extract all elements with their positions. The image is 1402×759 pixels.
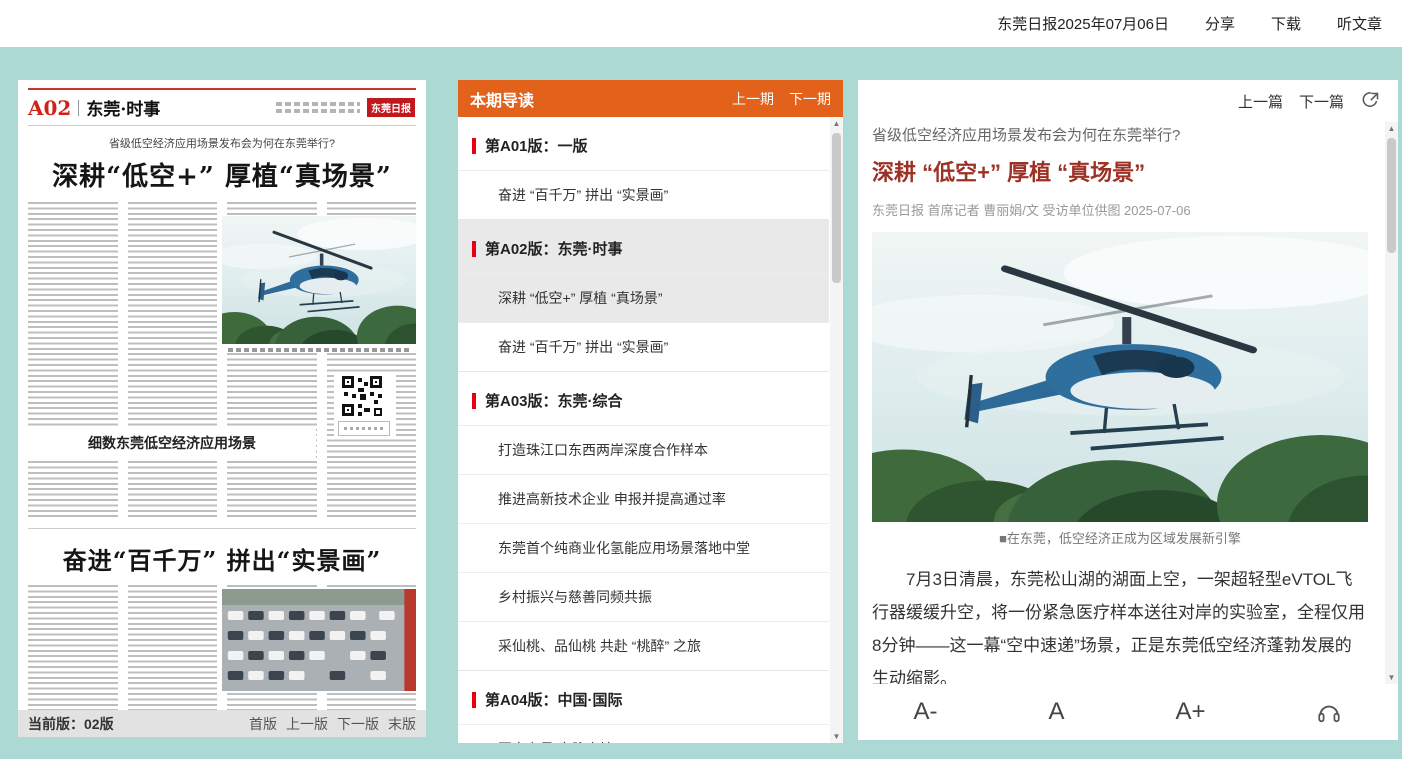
article-content: 省级低空经济应用场景发布会为何在东莞举行? 深耕 “低空+” 厚植 “真场景” … (858, 122, 1398, 684)
masthead-rule (28, 88, 416, 90)
download-link[interactable]: 下载 (1271, 13, 1301, 34)
next-page-link[interactable]: 下一版 (337, 714, 379, 734)
newspaper-page: A02 东莞·时事 东莞日报 省级低空经济应用场景发布会为何在东莞举行? 深耕“… (18, 80, 426, 710)
preview-helicopter-photo (222, 216, 416, 352)
toc-article-link[interactable]: 采仙桃、品仙桃 共赴 “桃醉” 之旅 (458, 621, 829, 670)
qr-code-block (334, 372, 396, 438)
toc-article-link-active[interactable]: 深耕 “低空+” 厚植 “真场景” (458, 273, 829, 322)
section-marker (472, 138, 476, 154)
toc-article-link[interactable]: 奋进 “百千万” 拼出 “实景画” (458, 170, 829, 219)
masthead-divider (78, 100, 79, 116)
toc-section-label: 第A01版：一版 (458, 117, 829, 170)
toc-section-label-active: 第A02版：东莞·时事 (458, 219, 829, 273)
toc-article-link[interactable]: 推进高新技术企业 申报并提高通过率 (458, 474, 829, 523)
toc-body: 第A01版：一版 奋进 “百千万” 拼出 “实景画” 第A02版：东莞·时事 深… (458, 117, 843, 743)
scrollbar-thumb[interactable] (832, 133, 841, 283)
toc-section-label: 第A03版：东莞·综合 (458, 371, 829, 425)
app-root: 东莞日报2025年07月06日 分享 下载 听文章 A02 东莞·时事 东莞日报… (0, 0, 1402, 759)
toc-list: 第A01版：一版 奋进 “百千万” 拼出 “实景画” 第A02版：东莞·时事 深… (458, 117, 829, 743)
article-panel: 上一篇 下一篇 省级低空经济应用场景发布会为何在东莞举行? 深耕 “低空+” 厚… (858, 80, 1398, 740)
page-code: A02 (28, 96, 71, 120)
page-preview-panel: A02 东莞·时事 东莞日报 省级低空经济应用场景发布会为何在东莞举行? 深耕“… (18, 80, 426, 710)
section-label-text: 第A04版：中国·国际 (485, 689, 623, 710)
toc-title: 本期导读 (470, 87, 534, 111)
preview-article2-headline[interactable]: 奋进“百千万” 拼出“实景画” (28, 541, 416, 576)
toc-article-link[interactable]: 奋进 “百千万” 拼出 “实景画” (458, 322, 829, 371)
paper-date-label: 东莞日报2025年07月06日 (997, 13, 1169, 34)
section-marker (472, 393, 476, 409)
paper-logo: 东莞日报 (366, 97, 416, 118)
preview-article1-body: 细数东莞低空经济应用场景 (28, 202, 416, 520)
preview-article1-headline[interactable]: 深耕“低空+” 厚植“真场景” (28, 156, 416, 193)
toc-panel: 本期导读 上一期 下一期 第A01版：一版 奋进 “百千万” 拼出 “实景画” (458, 80, 843, 743)
article-title: 深耕 “低空+” 厚植 “真场景” (872, 155, 1368, 187)
toc-section-a04: 第A04版：中国·国际 国家力量 血脉亲情 中国人民抗日战争 纪念馆将恢复开放 (458, 670, 829, 743)
article-photo (872, 232, 1368, 522)
article-toolbar: A- A A+ (858, 684, 1398, 739)
toc-article-link[interactable]: 乡村振兴与慈善同频共振 (458, 572, 829, 621)
article-paragraph: 7月3日清晨，东莞松山湖的湖面上空，一架超轻型eVTOL飞行器缓缓升空，将一份紧… (872, 563, 1368, 684)
photo-caption: ■在东莞，低空经济正成为区域发展新引擎 (872, 528, 1368, 547)
toc-header: 本期导读 上一期 下一期 (458, 80, 843, 117)
scroll-down-icon[interactable]: ▼ (1385, 671, 1398, 684)
toc-section-a01: 第A01版：一版 奋进 “百千万” 拼出 “实景画” (458, 117, 829, 219)
preview-article1-kicker[interactable]: 省级低空经济应用场景发布会为何在东莞举行? (28, 135, 416, 151)
current-page-label: 当前版：02版 (28, 714, 114, 734)
share-link[interactable]: 分享 (1205, 13, 1235, 34)
toc-article-link[interactable]: 东莞首个纯商业化氢能应用场景落地中堂 (458, 523, 829, 572)
article-kicker: 省级低空经济应用场景发布会为何在东莞举行? (872, 124, 1368, 145)
toc-section-label: 第A04版：中国·国际 (458, 670, 829, 724)
preview-subheadline[interactable]: 细数东莞低空经济应用场景 (28, 426, 316, 458)
qr-code-icon (340, 374, 384, 418)
toc-article-link[interactable]: 国家力量 血脉亲情 (458, 724, 829, 743)
preview-article2-body (28, 585, 416, 710)
masthead-underline (28, 125, 416, 126)
helicopter-image (222, 216, 416, 344)
preview-parking-photo (222, 589, 416, 691)
prev-article-link[interactable]: 上一篇 (1238, 91, 1283, 112)
font-smaller-button[interactable]: A- (913, 698, 937, 726)
next-article-link[interactable]: 下一篇 (1299, 91, 1344, 112)
first-page-link[interactable]: 首版 (249, 714, 277, 734)
section-label-text: 第A03版：东莞·综合 (485, 390, 623, 411)
page-nav-links: 首版 上一版 下一版 末版 (249, 714, 416, 734)
prev-issue-link[interactable]: 上一期 (732, 89, 774, 109)
parking-lot-image (222, 589, 416, 691)
toc-scrollbar[interactable]: ▲ ▼ (830, 117, 843, 743)
font-larger-button[interactable]: A+ (1175, 698, 1205, 726)
headphones-icon[interactable] (1316, 699, 1342, 725)
article-divider (28, 528, 416, 529)
toc-section-a03: 第A03版：东莞·综合 打造珠江口东西两岸深度合作样本 推进高新技术企业 申报并… (458, 371, 829, 670)
page-section-name: 东莞·时事 (86, 95, 160, 120)
section-marker (472, 241, 476, 257)
section-label-text: 第A01版：一版 (485, 135, 588, 156)
page-nav-bar: 当前版：02版 首版 上一版 下一版 末版 (18, 710, 426, 737)
article-nav: 上一篇 下一篇 (858, 80, 1398, 122)
share-icon[interactable] (1360, 91, 1380, 111)
font-normal-button[interactable]: A (1048, 698, 1064, 726)
last-page-link[interactable]: 末版 (388, 714, 416, 734)
helicopter-image (872, 232, 1368, 522)
next-issue-link[interactable]: 下一期 (789, 89, 831, 109)
section-marker (472, 692, 476, 708)
listen-article-link[interactable]: 听文章 (1337, 13, 1382, 34)
article-byline: 东莞日报 首席记者 曹丽娟/文 受访单位供图 2025-07-06 (872, 200, 1368, 219)
scroll-down-icon[interactable]: ▼ (830, 730, 843, 743)
qr-caption-box (338, 421, 390, 436)
topbar: 东莞日报2025年07月06日 分享 下载 听文章 (0, 0, 1402, 47)
toc-article-link[interactable]: 打造珠江口东西两岸深度合作样本 (458, 425, 829, 474)
photo-caption-line (228, 348, 410, 352)
scroll-up-icon[interactable]: ▲ (830, 117, 843, 130)
article-scrollbar[interactable]: ▲ ▼ (1385, 122, 1398, 684)
masthead: A02 东莞·时事 东莞日报 (28, 95, 416, 120)
scroll-up-icon[interactable]: ▲ (1385, 122, 1398, 135)
toc-section-a02: 第A02版：东莞·时事 深耕 “低空+” 厚植 “真场景” 奋进 “百千万” 拼… (458, 219, 829, 371)
masthead-info-lines (276, 102, 360, 113)
section-label-text: 第A02版：东莞·时事 (485, 238, 623, 259)
prev-page-link[interactable]: 上一版 (286, 714, 328, 734)
scrollbar-thumb[interactable] (1387, 138, 1396, 253)
